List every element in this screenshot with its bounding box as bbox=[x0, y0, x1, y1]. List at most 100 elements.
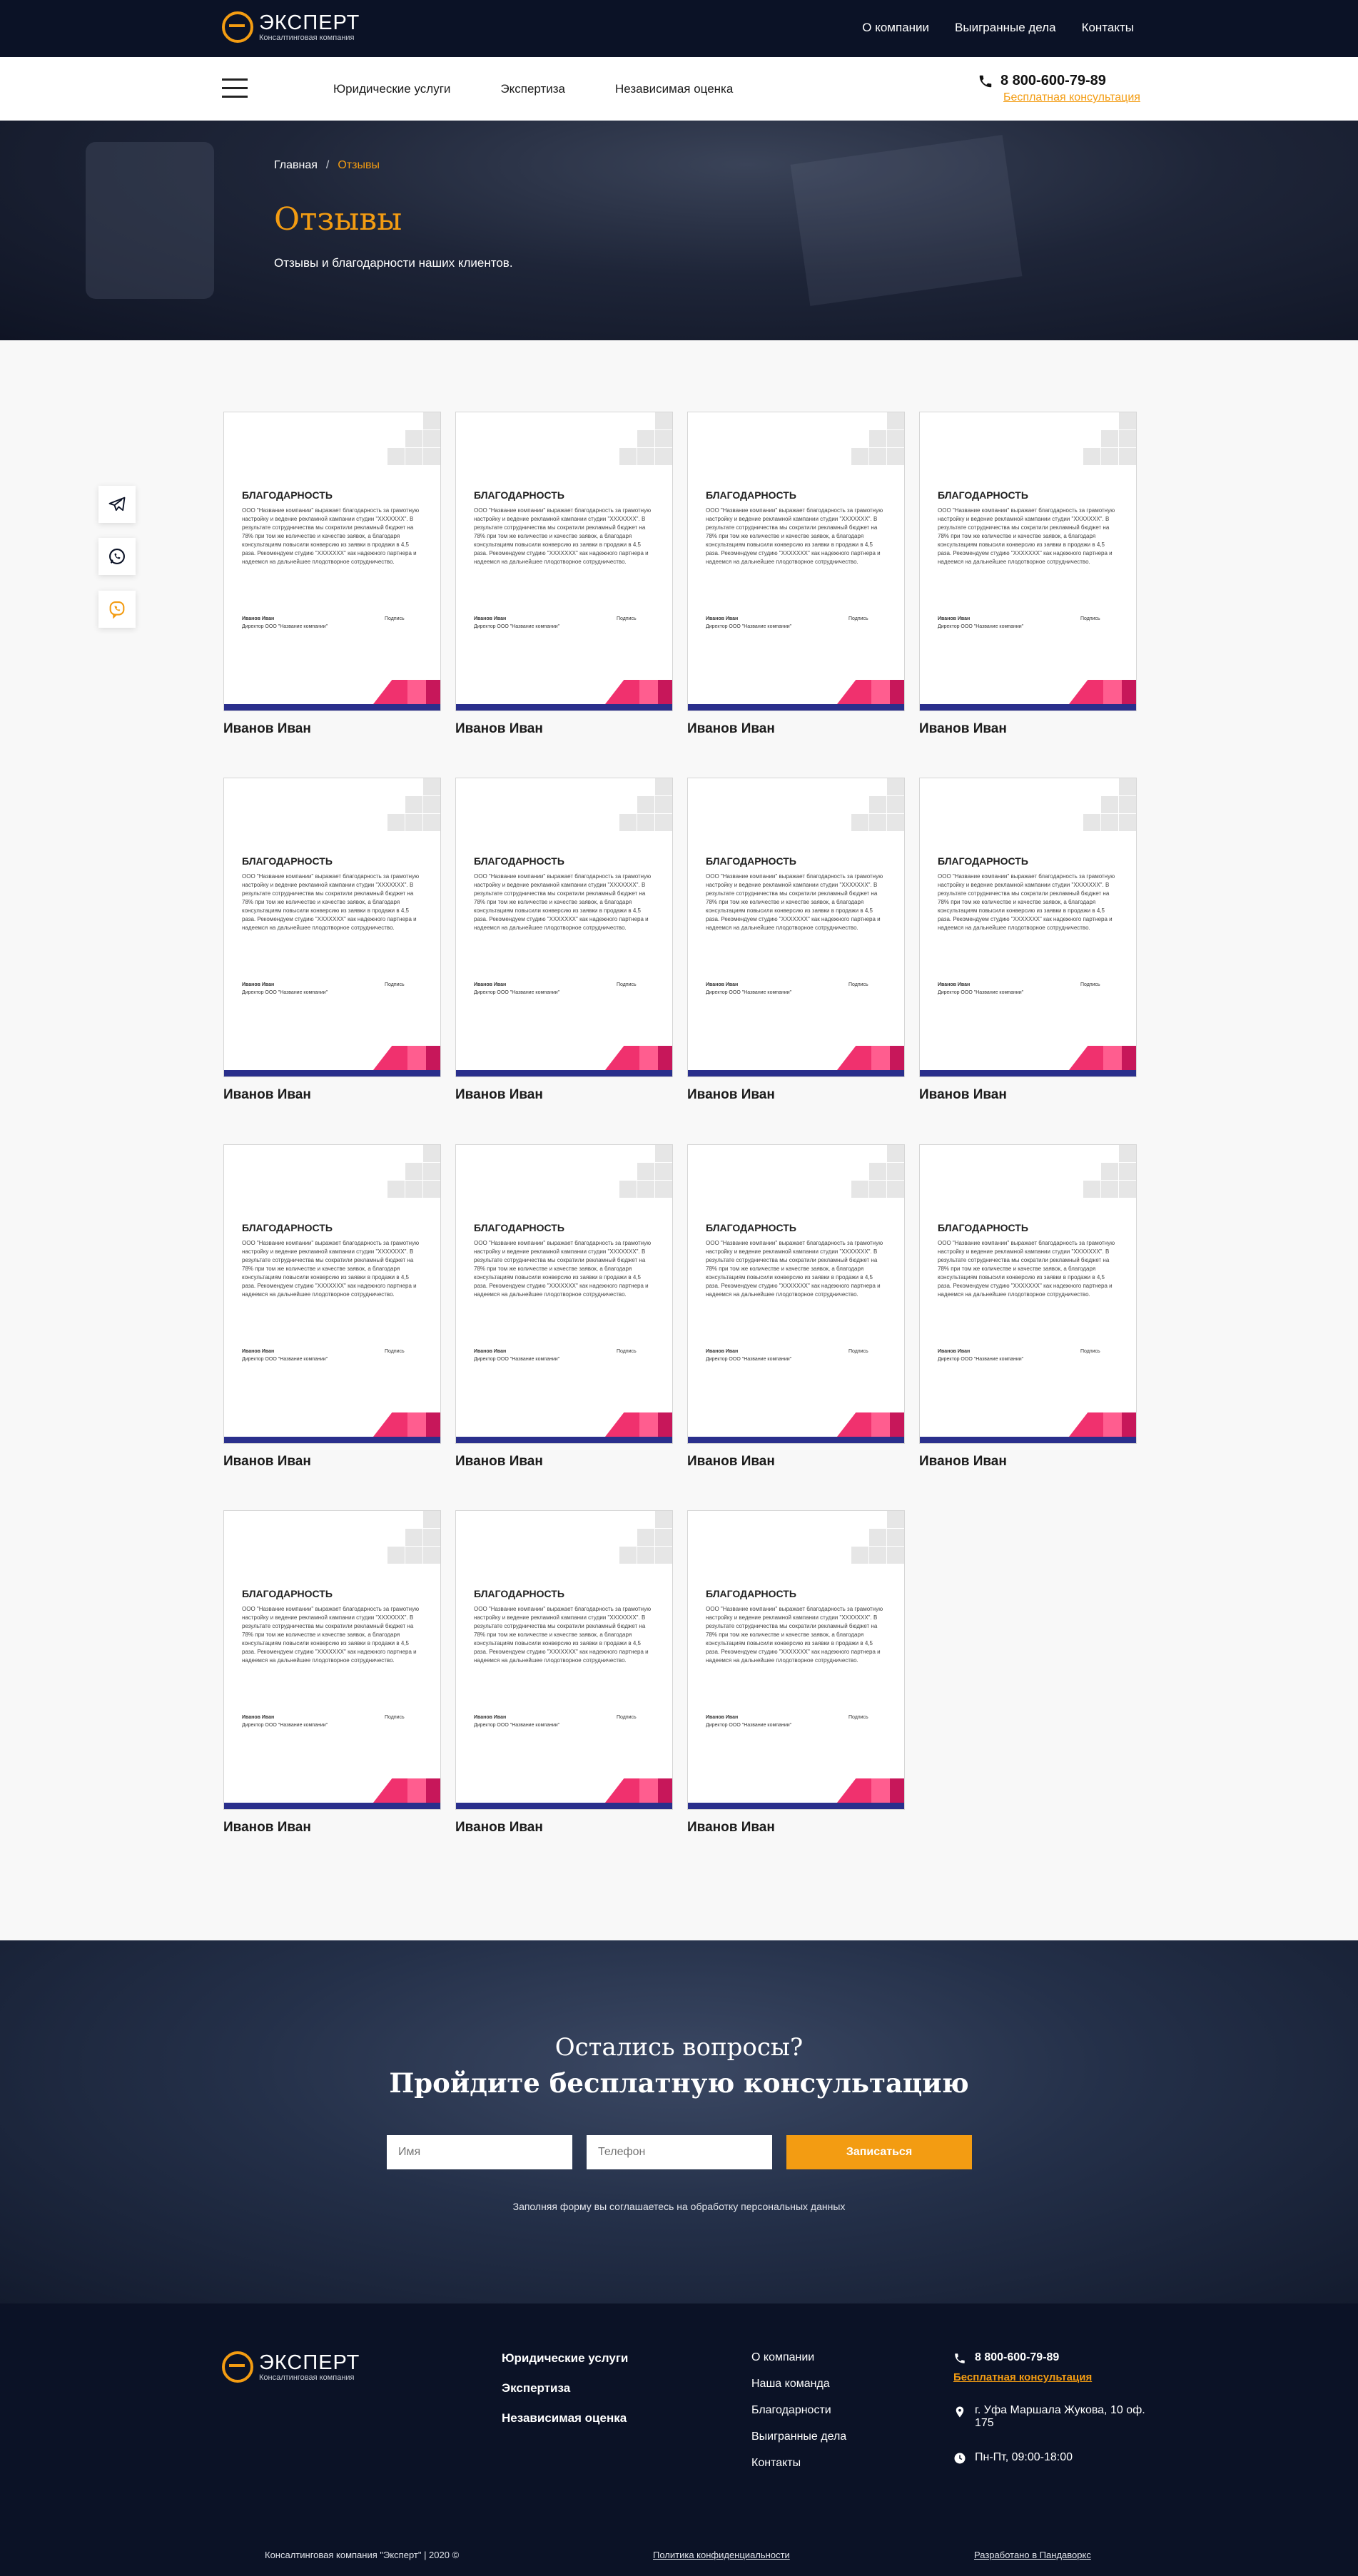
gratitude-letter-image[interactable]: БЛАГОДАРНОСТЬ ООО "Название компании" вы… bbox=[919, 1144, 1137, 1444]
gratitude-letter-image[interactable]: БЛАГОДАРНОСТЬ ООО "Название компании" вы… bbox=[687, 778, 905, 1077]
name-input[interactable] bbox=[387, 2135, 572, 2169]
review-card[interactable]: БЛАГОДАРНОСТЬ ООО "Название компании" вы… bbox=[919, 412, 1137, 737]
letter-signer: Иванов Иван Директор ООО "Название компан… bbox=[242, 1715, 328, 1728]
review-card[interactable]: БЛАГОДАРНОСТЬ ООО "Название компании" вы… bbox=[223, 1144, 441, 1470]
review-card[interactable]: БЛАГОДАРНОСТЬ ООО "Название компании" вы… bbox=[687, 1144, 905, 1470]
top-bar: ЭКСПЕРТ Консалтинговая компания О компан… bbox=[0, 0, 1358, 57]
review-card[interactable]: БЛАГОДАРНОСТЬ ООО "Название компании" вы… bbox=[687, 412, 905, 737]
gratitude-letter-image[interactable]: БЛАГОДАРНОСТЬ ООО "Название компании" вы… bbox=[687, 1510, 905, 1810]
letter-body: ООО "Название компании" выражает благода… bbox=[242, 1606, 420, 1664]
footer-link[interactable]: Наша команда bbox=[751, 2378, 846, 2391]
gratitude-letter-image[interactable]: БЛАГОДАРНОСТЬ ООО "Название компании" вы… bbox=[455, 412, 673, 711]
review-card[interactable]: БЛАГОДАРНОСТЬ ООО "Название компании" вы… bbox=[687, 778, 905, 1103]
viber-icon bbox=[109, 601, 125, 619]
letter-sign-label: Подпись bbox=[385, 616, 405, 621]
letter-signer: Иванов Иван Директор ООО "Название компан… bbox=[938, 1349, 1024, 1362]
footer-link[interactable]: Контакты bbox=[751, 2457, 846, 2470]
gratitude-letter-image[interactable]: БЛАГОДАРНОСТЬ ООО "Название компании" вы… bbox=[687, 412, 905, 711]
gratitude-letter-image[interactable]: БЛАГОДАРНОСТЬ ООО "Название компании" вы… bbox=[687, 1144, 905, 1444]
review-card[interactable]: БЛАГОДАРНОСТЬ ООО "Название компании" вы… bbox=[919, 778, 1137, 1103]
nav-valuation[interactable]: Независимая оценка bbox=[615, 82, 733, 96]
letter-sign-label: Подпись bbox=[848, 1715, 868, 1720]
letter-body: ООО "Название компании" выражает благода… bbox=[474, 507, 652, 565]
topnav-cases[interactable]: Выигранные дела bbox=[955, 21, 1056, 35]
gratitude-letter-image[interactable]: БЛАГОДАРНОСТЬ ООО "Название компании" вы… bbox=[223, 778, 441, 1077]
letter-title: БЛАГОДАРНОСТЬ bbox=[474, 489, 564, 501]
footer-consult-link[interactable]: Бесплатная консультация bbox=[953, 2371, 1092, 2383]
review-author: Иванов Иван bbox=[687, 1454, 775, 1469]
review-card[interactable]: БЛАГОДАРНОСТЬ ООО "Название компании" вы… bbox=[455, 1144, 673, 1470]
footer-link[interactable]: О компании bbox=[751, 2351, 846, 2364]
letter-body: ООО "Название компании" выражает благода… bbox=[706, 873, 883, 931]
letter-signer: Иванов Иван Директор ООО "Название компан… bbox=[706, 982, 792, 995]
letter-title: БЛАГОДАРНОСТЬ bbox=[242, 855, 333, 867]
whatsapp-button[interactable] bbox=[98, 538, 136, 575]
developer-link[interactable]: Разработано в Пандаворкс bbox=[974, 2550, 1091, 2560]
cta-headline: Пройдите бесплатную консультацию bbox=[389, 2067, 969, 2099]
topnav-about[interactable]: О компании bbox=[862, 21, 929, 35]
submit-button[interactable]: Записаться bbox=[786, 2135, 972, 2169]
letter-body: ООО "Название компании" выражает благода… bbox=[242, 873, 420, 931]
nav-legal-services[interactable]: Юридические услуги bbox=[333, 82, 450, 96]
letter-body: ООО "Название компании" выражает благода… bbox=[938, 873, 1115, 931]
letter-signer: Иванов Иван Директор ООО "Название компан… bbox=[474, 616, 560, 629]
breadcrumb-separator: / bbox=[325, 159, 330, 171]
gratitude-letter-image[interactable]: БЛАГОДАРНОСТЬ ООО "Название компании" вы… bbox=[455, 1144, 673, 1444]
letter-title: БЛАГОДАРНОСТЬ bbox=[242, 1588, 333, 1599]
footer-logo[interactable]: ЭКСПЕРТ Консалтинговая компания bbox=[222, 2351, 360, 2383]
letter-body: ООО "Название компании" выражает благода… bbox=[242, 1240, 420, 1298]
review-author: Иванов Иван bbox=[687, 1820, 775, 1835]
viber-button[interactable] bbox=[98, 591, 136, 628]
review-card[interactable]: БЛАГОДАРНОСТЬ ООО "Название компании" вы… bbox=[455, 412, 673, 737]
logo[interactable]: ЭКСПЕРТ Консалтинговая компания bbox=[222, 11, 360, 43]
review-card[interactable]: БЛАГОДАРНОСТЬ ООО "Название компании" вы… bbox=[919, 1144, 1137, 1470]
review-card[interactable]: БЛАГОДАРНОСТЬ ООО "Название компании" вы… bbox=[223, 1510, 441, 1836]
letter-title: БЛАГОДАРНОСТЬ bbox=[706, 855, 796, 867]
letter-body: ООО "Название компании" выражает благода… bbox=[474, 1240, 652, 1298]
letter-signer: Иванов Иван Директор ООО "Название компан… bbox=[474, 1715, 560, 1728]
letter-title: БЛАГОДАРНОСТЬ bbox=[706, 1588, 796, 1599]
review-author: Иванов Иван bbox=[223, 1087, 311, 1102]
review-author: Иванов Иван bbox=[455, 721, 543, 736]
footer-service-link[interactable]: Независимая оценка bbox=[502, 2411, 628, 2425]
footer-phone-number: 8 800-600-79-89 bbox=[975, 2351, 1060, 2363]
review-author: Иванов Иван bbox=[223, 721, 311, 736]
phone-input[interactable] bbox=[587, 2135, 772, 2169]
review-card[interactable]: БЛАГОДАРНОСТЬ ООО "Название компании" вы… bbox=[223, 412, 441, 737]
letter-sign-label: Подпись bbox=[617, 616, 637, 621]
review-card[interactable]: БЛАГОДАРНОСТЬ ООО "Название компании" вы… bbox=[455, 778, 673, 1103]
footer-services: Юридические услуги Экспертиза Независима… bbox=[502, 2351, 628, 2425]
header-consult-link[interactable]: Бесплатная консультация bbox=[1003, 91, 1140, 104]
footer-link[interactable]: Благодарности bbox=[751, 2404, 846, 2417]
footer-service-link[interactable]: Экспертиза bbox=[502, 2381, 628, 2396]
privacy-link[interactable]: Политика конфиденциальности bbox=[653, 2550, 790, 2560]
review-card[interactable]: БЛАГОДАРНОСТЬ ООО "Название компании" вы… bbox=[223, 778, 441, 1103]
header-phone[interactable]: 8 800-600-79-89 bbox=[978, 73, 1106, 89]
telegram-button[interactable] bbox=[98, 486, 136, 523]
gratitude-letter-image[interactable]: БЛАГОДАРНОСТЬ ООО "Название компании" вы… bbox=[455, 778, 673, 1077]
footer-phone[interactable]: 8 800-600-79-89 bbox=[953, 2351, 1059, 2365]
nav-expertise[interactable]: Экспертиза bbox=[500, 82, 565, 96]
gratitude-letter-image[interactable]: БЛАГОДАРНОСТЬ ООО "Название компании" вы… bbox=[223, 412, 441, 711]
letter-signer: Иванов Иван Директор ООО "Название компан… bbox=[474, 1349, 560, 1362]
consent-text: Заполняя форму вы соглашаетесь на обрабо… bbox=[512, 2201, 846, 2212]
review-author: Иванов Иван bbox=[223, 1820, 311, 1835]
letter-body: ООО "Название компании" выражает благода… bbox=[242, 507, 420, 565]
gratitude-letter-image[interactable]: БЛАГОДАРНОСТЬ ООО "Название компании" вы… bbox=[223, 1510, 441, 1810]
gratitude-letter-image[interactable]: БЛАГОДАРНОСТЬ ООО "Название компании" вы… bbox=[455, 1510, 673, 1810]
gratitude-letter-image[interactable]: БЛАГОДАРНОСТЬ ООО "Название компании" вы… bbox=[919, 778, 1137, 1077]
breadcrumb-home[interactable]: Главная bbox=[274, 159, 318, 171]
review-card[interactable]: БЛАГОДАРНОСТЬ ООО "Название компании" вы… bbox=[687, 1510, 905, 1836]
letter-sign-label: Подпись bbox=[617, 1715, 637, 1720]
review-author: Иванов Иван bbox=[687, 1087, 775, 1102]
menu-icon[interactable] bbox=[222, 78, 248, 98]
gratitude-letter-image[interactable]: БЛАГОДАРНОСТЬ ООО "Название компании" вы… bbox=[223, 1144, 441, 1444]
letter-body: ООО "Название компании" выражает благода… bbox=[474, 1606, 652, 1664]
gratitude-letter-image[interactable]: БЛАГОДАРНОСТЬ ООО "Название компании" вы… bbox=[919, 412, 1137, 711]
footer-link[interactable]: Выигранные дела bbox=[751, 2430, 846, 2443]
topnav-contacts[interactable]: Контакты bbox=[1082, 21, 1134, 35]
review-card[interactable]: БЛАГОДАРНОСТЬ ООО "Название компании" вы… bbox=[455, 1510, 673, 1836]
footer-service-link[interactable]: Юридические услуги bbox=[502, 2351, 628, 2366]
review-author: Иванов Иван bbox=[919, 721, 1007, 736]
footer-links: О компании Наша команда Благодарности Вы… bbox=[751, 2351, 846, 2470]
